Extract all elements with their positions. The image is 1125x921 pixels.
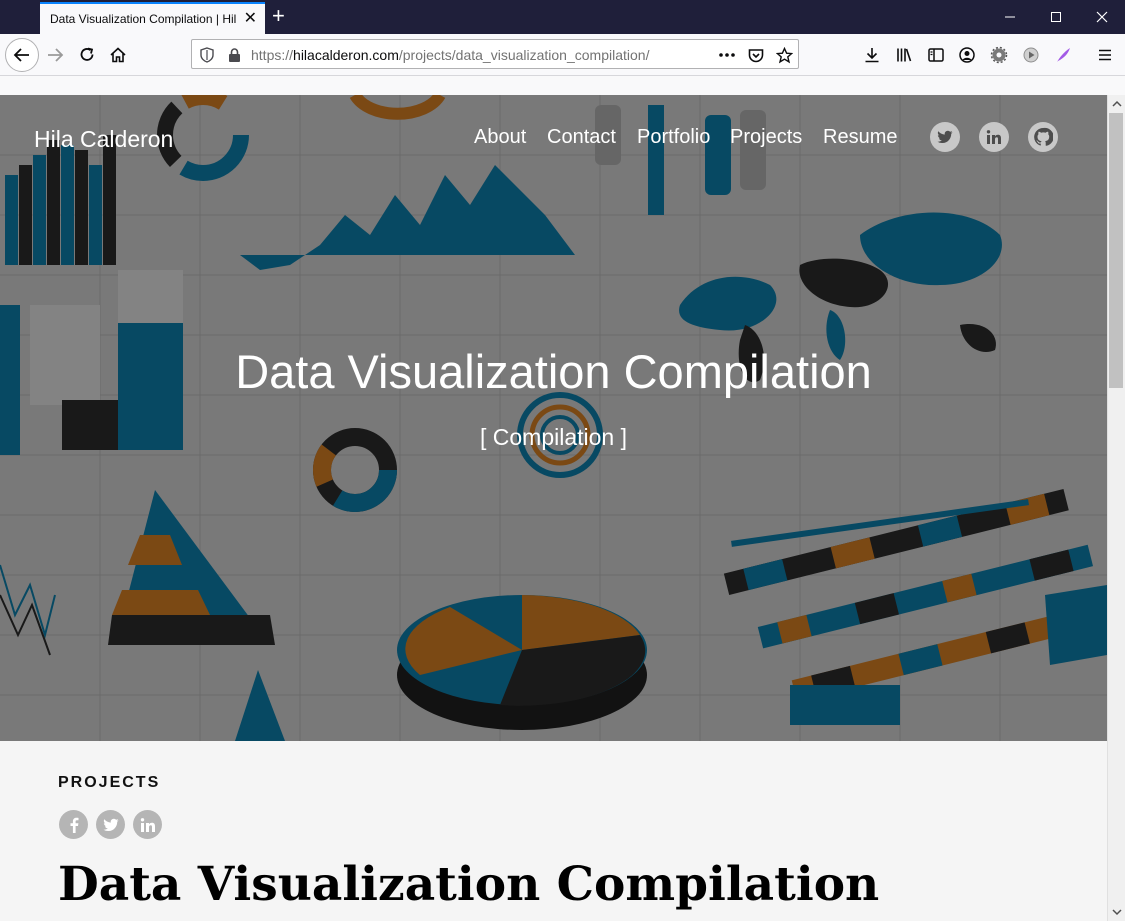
web-page: Hila Calderon About Contact Portfolio Pr… — [0, 95, 1107, 921]
browser-tab[interactable]: Data Visualization Compilation | Hila Ca… — [40, 2, 265, 34]
page-actions-icon[interactable] — [718, 46, 736, 64]
pocket-icon[interactable] — [747, 46, 765, 64]
section-label: PROJECTS — [58, 774, 161, 791]
nav-projects[interactable]: Projects — [730, 126, 802, 149]
media-extension-button[interactable] — [1016, 40, 1046, 70]
url-path: /projects/data_visualization_compilation… — [398, 47, 650, 63]
facebook-icon — [70, 817, 78, 833]
share-twitter-button[interactable] — [96, 810, 125, 839]
feather-extension-button[interactable] — [1048, 40, 1078, 70]
nav-about[interactable]: About — [474, 126, 526, 149]
scroll-up-arrow-icon — [1112, 100, 1122, 107]
linkedin-icon — [986, 130, 1001, 144]
sidebar-button[interactable] — [921, 40, 951, 70]
minimize-button[interactable] — [987, 0, 1033, 34]
address-bar[interactable]: https://hilacalderon.com/projects/data_v… — [191, 39, 799, 69]
navigation-toolbar: https://hilacalderon.com/projects/data_v… — [0, 34, 1125, 76]
home-icon — [110, 47, 126, 63]
maximize-icon — [1051, 12, 1061, 22]
close-window-button[interactable] — [1079, 0, 1125, 34]
url-prefix: https:// — [251, 47, 294, 63]
github-icon — [1034, 127, 1053, 146]
nav-resume[interactable]: Resume — [823, 126, 897, 149]
forward-arrow-icon — [48, 48, 64, 62]
forward-button[interactable] — [40, 40, 70, 70]
hero-dark-overlay — [0, 95, 1107, 741]
new-tab-button[interactable]: + — [272, 5, 285, 27]
share-facebook-button[interactable] — [59, 810, 88, 839]
url-text[interactable]: https://hilacalderon.com/projects/data_v… — [251, 47, 649, 63]
bookmark-star-icon[interactable] — [775, 46, 793, 64]
site-name-link[interactable]: Hila Calderon — [34, 126, 173, 153]
twitter-icon — [103, 818, 118, 831]
account-button[interactable] — [952, 40, 982, 70]
lock-icon[interactable] — [225, 46, 243, 64]
account-icon — [959, 47, 975, 63]
linkedin-link[interactable] — [979, 122, 1009, 152]
tab-title: Data Visualization Compilation | Hila Ca… — [50, 12, 236, 26]
article-title: Data Visualization Compilation — [58, 857, 880, 912]
scroll-down-arrow-icon — [1112, 909, 1122, 916]
back-arrow-icon — [13, 48, 29, 62]
menu-button[interactable] — [1090, 40, 1120, 70]
home-button[interactable] — [103, 40, 133, 70]
nav-portfolio[interactable]: Portfolio — [637, 126, 710, 149]
download-icon — [865, 48, 879, 63]
url-domain: hilacalderon.com — [293, 47, 399, 63]
tracking-shield-icon[interactable] — [198, 46, 216, 64]
gear-icon — [990, 46, 1008, 64]
hero-subtitle: [ Compilation ] — [479, 424, 627, 450]
twitter-link[interactable] — [930, 122, 960, 152]
feather-icon — [1057, 48, 1070, 62]
sidebar-icon — [928, 48, 944, 62]
maximize-button[interactable] — [1033, 0, 1079, 34]
github-link[interactable] — [1028, 122, 1058, 152]
extension-gear-button[interactable] — [984, 40, 1014, 70]
library-icon — [897, 48, 912, 62]
play-icon — [1023, 47, 1039, 63]
hero-title: Data Visualization Compilation — [235, 345, 872, 398]
close-window-icon — [1096, 11, 1108, 23]
nav-contact[interactable]: Contact — [547, 126, 616, 149]
scrollbar-thumb[interactable] — [1109, 113, 1123, 388]
hamburger-menu-icon — [1099, 49, 1111, 61]
reload-icon — [80, 47, 94, 61]
share-linkedin-button[interactable] — [133, 810, 162, 839]
back-button[interactable] — [5, 38, 39, 72]
minimize-icon — [1005, 16, 1015, 18]
library-button[interactable] — [889, 40, 919, 70]
downloads-button[interactable] — [857, 40, 887, 70]
hero-banner: Hila Calderon About Contact Portfolio Pr… — [0, 95, 1107, 741]
close-tab-icon[interactable]: ✕ — [244, 11, 257, 27]
reload-button[interactable] — [72, 40, 102, 70]
window-title-bar: Data Visualization Compilation | Hila Ca… — [0, 0, 1125, 34]
twitter-icon — [937, 130, 953, 144]
linkedin-icon — [140, 817, 155, 832]
